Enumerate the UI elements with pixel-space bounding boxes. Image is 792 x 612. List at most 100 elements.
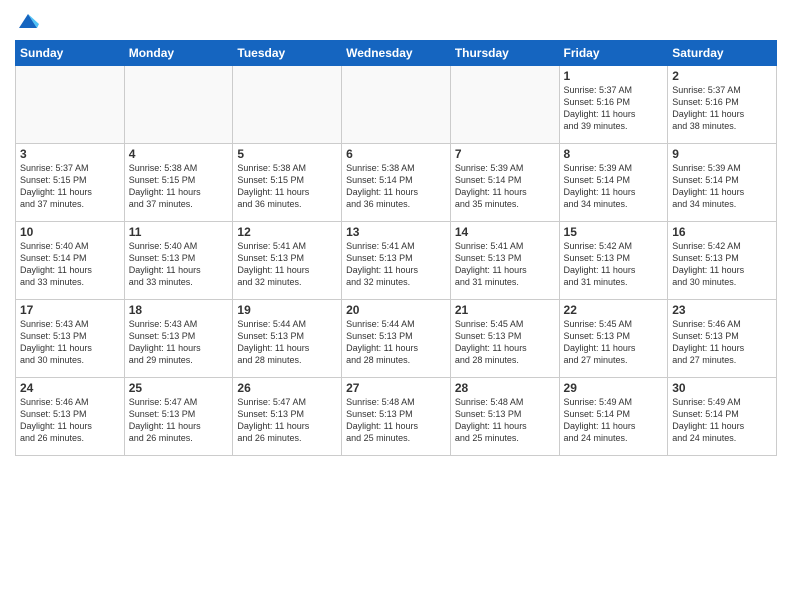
weekday-header: Tuesday bbox=[233, 41, 342, 66]
page-container: SundayMondayTuesdayWednesdayThursdayFrid… bbox=[0, 0, 792, 461]
day-info: Sunrise: 5:42 AM Sunset: 5:13 PM Dayligh… bbox=[564, 240, 664, 289]
day-number: 6 bbox=[346, 147, 446, 161]
calendar-day-cell: 24Sunrise: 5:46 AM Sunset: 5:13 PM Dayli… bbox=[16, 378, 125, 456]
day-number: 26 bbox=[237, 381, 337, 395]
day-number: 13 bbox=[346, 225, 446, 239]
day-info: Sunrise: 5:47 AM Sunset: 5:13 PM Dayligh… bbox=[237, 396, 337, 445]
day-number: 19 bbox=[237, 303, 337, 317]
day-number: 20 bbox=[346, 303, 446, 317]
day-number: 14 bbox=[455, 225, 555, 239]
day-info: Sunrise: 5:47 AM Sunset: 5:13 PM Dayligh… bbox=[129, 396, 229, 445]
calendar-week-row: 1Sunrise: 5:37 AM Sunset: 5:16 PM Daylig… bbox=[16, 66, 777, 144]
day-number: 3 bbox=[20, 147, 120, 161]
calendar-day-cell: 3Sunrise: 5:37 AM Sunset: 5:15 PM Daylig… bbox=[16, 144, 125, 222]
day-number: 30 bbox=[672, 381, 772, 395]
calendar-day-cell bbox=[233, 66, 342, 144]
day-info: Sunrise: 5:41 AM Sunset: 5:13 PM Dayligh… bbox=[237, 240, 337, 289]
day-info: Sunrise: 5:37 AM Sunset: 5:15 PM Dayligh… bbox=[20, 162, 120, 211]
day-info: Sunrise: 5:44 AM Sunset: 5:13 PM Dayligh… bbox=[237, 318, 337, 367]
calendar-day-cell bbox=[16, 66, 125, 144]
calendar-day-cell: 25Sunrise: 5:47 AM Sunset: 5:13 PM Dayli… bbox=[124, 378, 233, 456]
day-number: 25 bbox=[129, 381, 229, 395]
calendar-week-row: 3Sunrise: 5:37 AM Sunset: 5:15 PM Daylig… bbox=[16, 144, 777, 222]
weekday-header: Sunday bbox=[16, 41, 125, 66]
weekday-header: Thursday bbox=[450, 41, 559, 66]
calendar-header-row: SundayMondayTuesdayWednesdayThursdayFrid… bbox=[16, 41, 777, 66]
day-number: 15 bbox=[564, 225, 664, 239]
day-info: Sunrise: 5:41 AM Sunset: 5:13 PM Dayligh… bbox=[346, 240, 446, 289]
calendar-day-cell: 21Sunrise: 5:45 AM Sunset: 5:13 PM Dayli… bbox=[450, 300, 559, 378]
day-info: Sunrise: 5:43 AM Sunset: 5:13 PM Dayligh… bbox=[20, 318, 120, 367]
calendar-day-cell: 1Sunrise: 5:37 AM Sunset: 5:16 PM Daylig… bbox=[559, 66, 668, 144]
calendar-day-cell: 10Sunrise: 5:40 AM Sunset: 5:14 PM Dayli… bbox=[16, 222, 125, 300]
day-number: 29 bbox=[564, 381, 664, 395]
calendar-day-cell bbox=[124, 66, 233, 144]
day-info: Sunrise: 5:41 AM Sunset: 5:13 PM Dayligh… bbox=[455, 240, 555, 289]
calendar-day-cell: 20Sunrise: 5:44 AM Sunset: 5:13 PM Dayli… bbox=[342, 300, 451, 378]
calendar-day-cell: 29Sunrise: 5:49 AM Sunset: 5:14 PM Dayli… bbox=[559, 378, 668, 456]
day-info: Sunrise: 5:42 AM Sunset: 5:13 PM Dayligh… bbox=[672, 240, 772, 289]
day-number: 24 bbox=[20, 381, 120, 395]
day-number: 12 bbox=[237, 225, 337, 239]
calendar-day-cell bbox=[450, 66, 559, 144]
calendar-day-cell: 5Sunrise: 5:38 AM Sunset: 5:15 PM Daylig… bbox=[233, 144, 342, 222]
day-info: Sunrise: 5:38 AM Sunset: 5:15 PM Dayligh… bbox=[237, 162, 337, 211]
day-number: 1 bbox=[564, 69, 664, 83]
calendar-day-cell: 23Sunrise: 5:46 AM Sunset: 5:13 PM Dayli… bbox=[668, 300, 777, 378]
day-number: 5 bbox=[237, 147, 337, 161]
weekday-header: Monday bbox=[124, 41, 233, 66]
day-number: 17 bbox=[20, 303, 120, 317]
calendar-day-cell: 13Sunrise: 5:41 AM Sunset: 5:13 PM Dayli… bbox=[342, 222, 451, 300]
weekday-header: Wednesday bbox=[342, 41, 451, 66]
day-info: Sunrise: 5:46 AM Sunset: 5:13 PM Dayligh… bbox=[20, 396, 120, 445]
logo-general bbox=[15, 10, 39, 32]
calendar-day-cell: 26Sunrise: 5:47 AM Sunset: 5:13 PM Dayli… bbox=[233, 378, 342, 456]
day-number: 18 bbox=[129, 303, 229, 317]
day-info: Sunrise: 5:49 AM Sunset: 5:14 PM Dayligh… bbox=[564, 396, 664, 445]
day-number: 4 bbox=[129, 147, 229, 161]
calendar-day-cell: 15Sunrise: 5:42 AM Sunset: 5:13 PM Dayli… bbox=[559, 222, 668, 300]
logo bbox=[15, 10, 39, 32]
day-info: Sunrise: 5:45 AM Sunset: 5:13 PM Dayligh… bbox=[564, 318, 664, 367]
day-info: Sunrise: 5:46 AM Sunset: 5:13 PM Dayligh… bbox=[672, 318, 772, 367]
calendar-table: SundayMondayTuesdayWednesdayThursdayFrid… bbox=[15, 40, 777, 456]
calendar-day-cell: 2Sunrise: 5:37 AM Sunset: 5:16 PM Daylig… bbox=[668, 66, 777, 144]
day-number: 22 bbox=[564, 303, 664, 317]
day-info: Sunrise: 5:37 AM Sunset: 5:16 PM Dayligh… bbox=[672, 84, 772, 133]
day-number: 7 bbox=[455, 147, 555, 161]
day-number: 9 bbox=[672, 147, 772, 161]
day-info: Sunrise: 5:39 AM Sunset: 5:14 PM Dayligh… bbox=[455, 162, 555, 211]
day-info: Sunrise: 5:39 AM Sunset: 5:14 PM Dayligh… bbox=[564, 162, 664, 211]
header bbox=[15, 10, 777, 32]
day-number: 27 bbox=[346, 381, 446, 395]
calendar-day-cell: 6Sunrise: 5:38 AM Sunset: 5:14 PM Daylig… bbox=[342, 144, 451, 222]
weekday-header: Saturday bbox=[668, 41, 777, 66]
calendar-day-cell: 12Sunrise: 5:41 AM Sunset: 5:13 PM Dayli… bbox=[233, 222, 342, 300]
day-number: 21 bbox=[455, 303, 555, 317]
day-number: 11 bbox=[129, 225, 229, 239]
day-number: 10 bbox=[20, 225, 120, 239]
day-info: Sunrise: 5:38 AM Sunset: 5:14 PM Dayligh… bbox=[346, 162, 446, 211]
calendar-day-cell: 4Sunrise: 5:38 AM Sunset: 5:15 PM Daylig… bbox=[124, 144, 233, 222]
day-number: 16 bbox=[672, 225, 772, 239]
day-info: Sunrise: 5:48 AM Sunset: 5:13 PM Dayligh… bbox=[455, 396, 555, 445]
day-number: 23 bbox=[672, 303, 772, 317]
calendar-day-cell: 19Sunrise: 5:44 AM Sunset: 5:13 PM Dayli… bbox=[233, 300, 342, 378]
day-number: 8 bbox=[564, 147, 664, 161]
calendar-day-cell: 7Sunrise: 5:39 AM Sunset: 5:14 PM Daylig… bbox=[450, 144, 559, 222]
day-info: Sunrise: 5:45 AM Sunset: 5:13 PM Dayligh… bbox=[455, 318, 555, 367]
day-info: Sunrise: 5:37 AM Sunset: 5:16 PM Dayligh… bbox=[564, 84, 664, 133]
calendar-day-cell: 28Sunrise: 5:48 AM Sunset: 5:13 PM Dayli… bbox=[450, 378, 559, 456]
day-info: Sunrise: 5:38 AM Sunset: 5:15 PM Dayligh… bbox=[129, 162, 229, 211]
day-info: Sunrise: 5:44 AM Sunset: 5:13 PM Dayligh… bbox=[346, 318, 446, 367]
day-number: 28 bbox=[455, 381, 555, 395]
calendar-day-cell: 27Sunrise: 5:48 AM Sunset: 5:13 PM Dayli… bbox=[342, 378, 451, 456]
day-info: Sunrise: 5:43 AM Sunset: 5:13 PM Dayligh… bbox=[129, 318, 229, 367]
day-info: Sunrise: 5:40 AM Sunset: 5:13 PM Dayligh… bbox=[129, 240, 229, 289]
calendar-day-cell: 17Sunrise: 5:43 AM Sunset: 5:13 PM Dayli… bbox=[16, 300, 125, 378]
weekday-header: Friday bbox=[559, 41, 668, 66]
calendar-week-row: 17Sunrise: 5:43 AM Sunset: 5:13 PM Dayli… bbox=[16, 300, 777, 378]
day-info: Sunrise: 5:40 AM Sunset: 5:14 PM Dayligh… bbox=[20, 240, 120, 289]
calendar-day-cell: 30Sunrise: 5:49 AM Sunset: 5:14 PM Dayli… bbox=[668, 378, 777, 456]
day-info: Sunrise: 5:39 AM Sunset: 5:14 PM Dayligh… bbox=[672, 162, 772, 211]
